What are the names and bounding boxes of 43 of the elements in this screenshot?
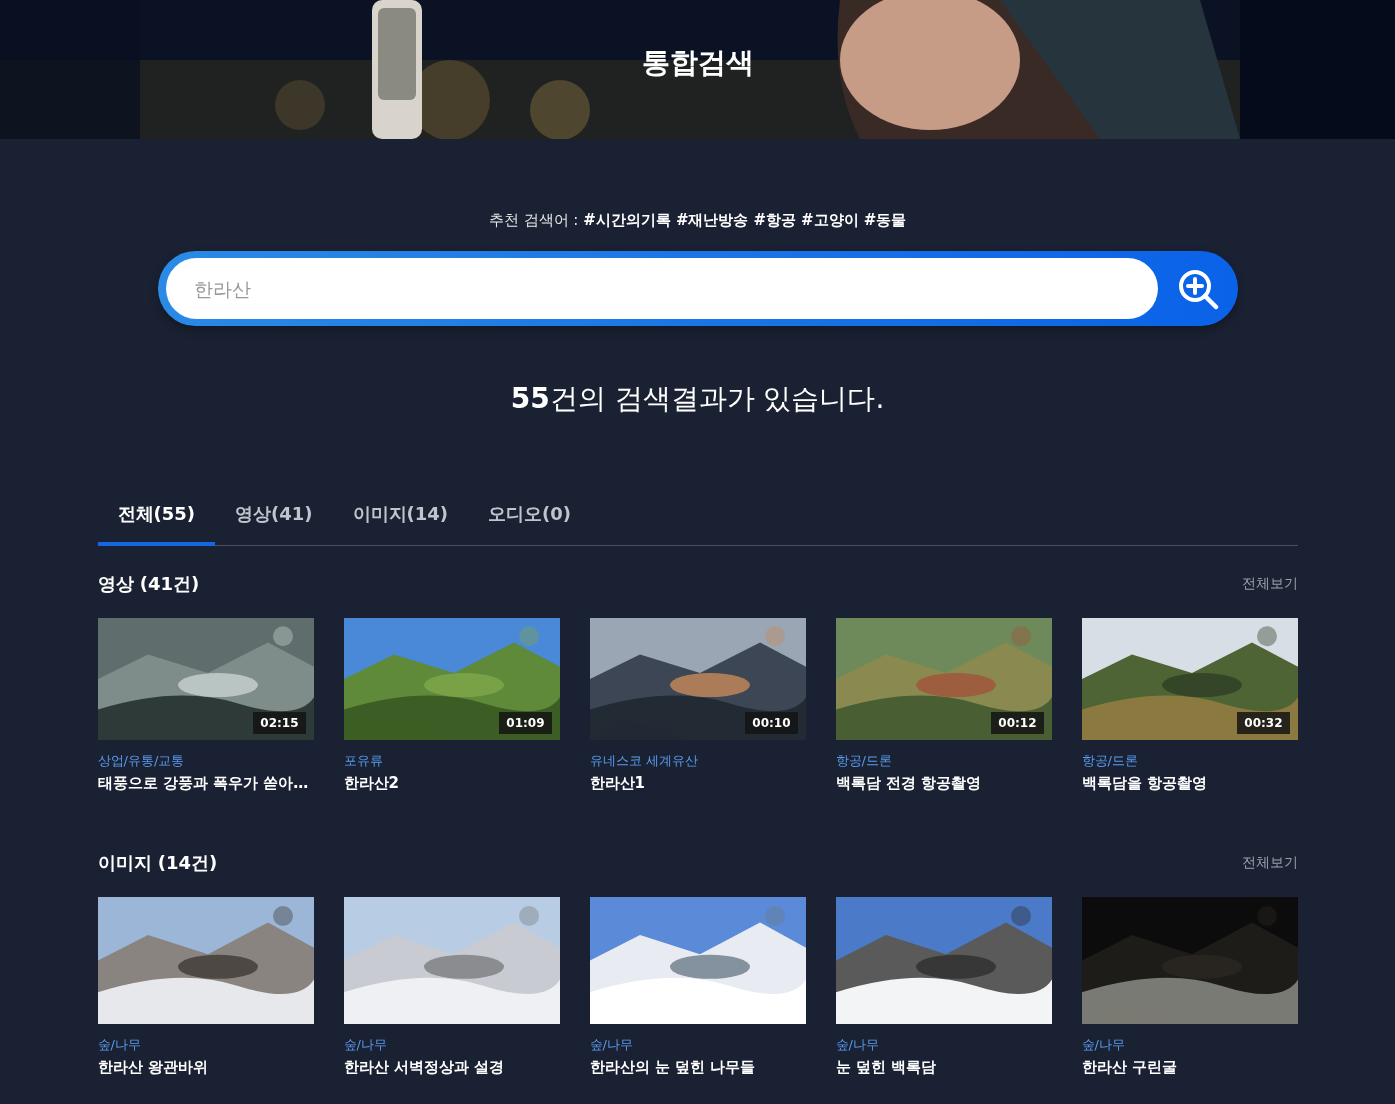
item-title[interactable]: 한라산 왕관바위	[97, 1058, 314, 1077]
category-tab[interactable]: 이미지(14)	[332, 490, 469, 546]
category-label: 항공/드론	[1081, 752, 1139, 770]
item-title[interactable]: 태풍으로 강풍과 폭우가 쏟아…	[97, 774, 314, 793]
section-title: 이미지 (14건)	[97, 851, 218, 875]
result-summary: 55건의 검색결과가 있습니다.	[509, 381, 886, 417]
category-label: 숲/나무	[835, 1036, 880, 1054]
search-field[interactable]: 한라산	[165, 258, 1158, 319]
item-title[interactable]: 한라산2	[343, 774, 560, 793]
item-title[interactable]: 백록담 전경 항공촬영	[835, 774, 1052, 793]
view-all-link[interactable]: 전체보기	[1241, 854, 1298, 872]
hashtag-link[interactable]: #시간의기록	[583, 211, 671, 230]
item-title[interactable]: 백록담을 항공촬영	[1081, 774, 1298, 793]
category-tab[interactable]: 오디오(0)	[468, 490, 592, 546]
duration-badge: 00:10	[745, 712, 798, 734]
category-label: 숲/나무	[589, 1036, 634, 1054]
item-title[interactable]: 한라산1	[589, 774, 806, 793]
item-title[interactable]: 한라산의 눈 덮힌 나무들	[589, 1058, 806, 1077]
hashtag-link[interactable]: #항공	[753, 211, 797, 230]
category-label: 숲/나무	[1081, 1036, 1126, 1054]
recommended-label: 추천 검색어 :	[488, 211, 579, 230]
category-label: 항공/드론	[835, 752, 893, 770]
item-title[interactable]: 한라산 서벽정상과 설경	[343, 1058, 560, 1077]
category-label: 상업/유통/교통	[97, 752, 186, 770]
section-title: 영상 (41건)	[97, 572, 200, 596]
hashtag-link[interactable]: #동물	[863, 211, 907, 230]
item-title[interactable]: 한라산 구린굴	[1081, 1058, 1298, 1077]
category-label: 숲/나무	[343, 1036, 388, 1054]
zoom-in-icon	[1176, 267, 1219, 310]
duration-badge: 02:15	[253, 712, 306, 734]
category-tab[interactable]: 영상(41)	[215, 490, 333, 546]
item-title[interactable]: 눈 덮힌 백록담	[835, 1058, 1052, 1077]
page-title: 통합검색	[641, 45, 754, 81]
duration-badge: 01:09	[499, 712, 552, 734]
view-all-link[interactable]: 전체보기	[1241, 575, 1298, 593]
category-label: 유네스코 세계유산	[589, 752, 699, 770]
category-label: 포유류	[343, 752, 384, 770]
duration-badge: 00:12	[991, 712, 1044, 734]
hashtag-link[interactable]: #고양이	[801, 211, 859, 230]
hashtag-link[interactable]: #재난방송	[675, 211, 749, 230]
category-tab[interactable]: 전체(55)	[97, 490, 215, 546]
duration-badge: 00:32	[1237, 712, 1290, 734]
category-label: 숲/나무	[97, 1036, 142, 1054]
